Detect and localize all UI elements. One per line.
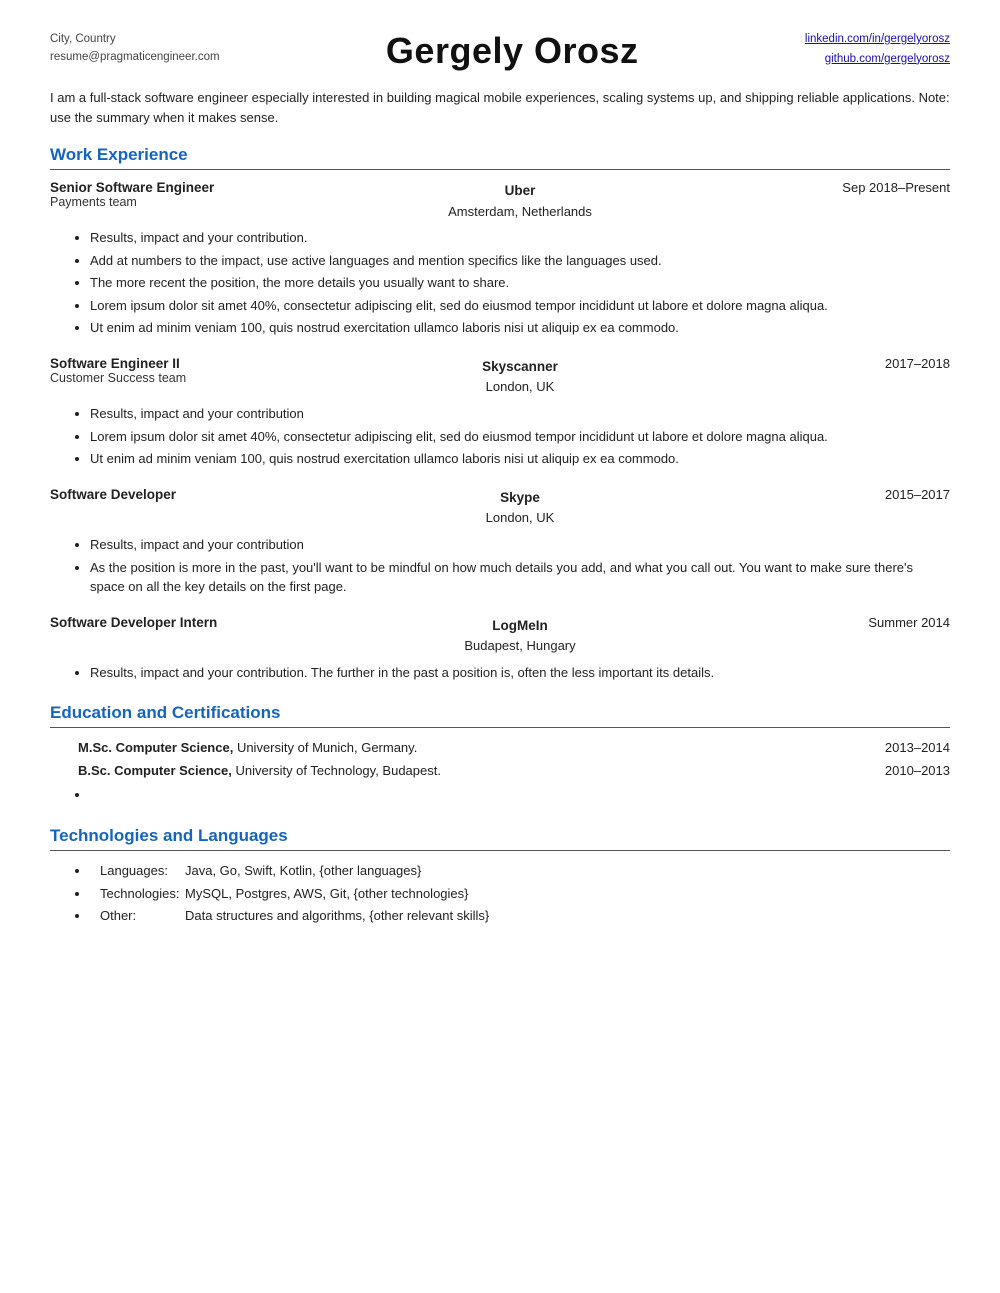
header-email: resume@pragmaticengineer.com bbox=[50, 48, 220, 66]
job-4-title-block: Software Developer Intern bbox=[50, 615, 270, 630]
job-1-header: Senior Software Engineer Payments team U… bbox=[50, 180, 950, 222]
education-divider bbox=[50, 727, 950, 728]
education-item-1-year: 2013–2014 bbox=[870, 738, 950, 758]
job-2-company-block: Skyscanner London, UK bbox=[270, 356, 770, 398]
job-1-company-block: Uber Amsterdam, Netherlands bbox=[270, 180, 770, 222]
education-item-1: M.Sc. Computer Science, University of Mu… bbox=[78, 738, 950, 758]
job-1-subtitle: Payments team bbox=[50, 195, 270, 209]
education-list: M.Sc. Computer Science, University of Mu… bbox=[78, 738, 950, 805]
list-item: Ut enim ad minim veniam 100, quis nostru… bbox=[90, 449, 950, 469]
education-section: Education and Certifications M.Sc. Compu… bbox=[50, 703, 950, 805]
tech-value-2: MySQL, Postgres, AWS, Git, {other techno… bbox=[185, 884, 469, 904]
list-item: As the position is more in the past, you… bbox=[90, 558, 950, 597]
education-item-2-bold: B.Sc. Computer Science, bbox=[78, 763, 232, 778]
job-2-bullets: Results, impact and your contribution Lo… bbox=[90, 404, 950, 469]
job-3-date: 2015–2017 bbox=[770, 487, 950, 502]
education-item-2-year: 2010–2013 bbox=[870, 761, 950, 781]
tech-value-3: Data structures and algorithms, {other r… bbox=[185, 906, 489, 926]
job-4-location: Budapest, Hungary bbox=[270, 636, 770, 657]
list-item: Lorem ipsum dolor sit amet 40%, consecte… bbox=[90, 427, 950, 447]
job-2-title-block: Software Engineer II Customer Success te… bbox=[50, 356, 270, 385]
job-2-subtitle: Customer Success team bbox=[50, 371, 270, 385]
job-1: Senior Software Engineer Payments team U… bbox=[50, 180, 950, 338]
job-3-location: London, UK bbox=[270, 508, 770, 529]
list-item: Results, impact and your contribution bbox=[90, 535, 950, 555]
job-3-title-block: Software Developer bbox=[50, 487, 270, 502]
job-2-location: London, UK bbox=[270, 377, 770, 398]
job-1-location: Amsterdam, Netherlands bbox=[270, 202, 770, 223]
job-3-company: Skype bbox=[270, 487, 770, 509]
job-3-company-block: Skype London, UK bbox=[270, 487, 770, 529]
education-title: Education and Certifications bbox=[50, 703, 950, 723]
job-2-date: 2017–2018 bbox=[770, 356, 950, 371]
technologies-divider bbox=[50, 850, 950, 851]
education-item-2-text: B.Sc. Computer Science, University of Te… bbox=[78, 761, 441, 781]
job-2: Software Engineer II Customer Success te… bbox=[50, 356, 950, 469]
education-item-2: B.Sc. Computer Science, University of Te… bbox=[78, 761, 950, 781]
job-1-company: Uber bbox=[270, 180, 770, 202]
technologies-section: Technologies and Languages Languages: Ja… bbox=[50, 826, 950, 926]
job-4-header: Software Developer Intern LogMeIn Budape… bbox=[50, 615, 950, 657]
job-4-bullets: Results, impact and your contribution. T… bbox=[90, 663, 950, 683]
tech-label-2: Technologies: bbox=[90, 884, 185, 904]
header-center: Gergely Orosz bbox=[220, 30, 805, 72]
list-item: Lorem ipsum dolor sit amet 40%, consecte… bbox=[90, 296, 950, 316]
header-right: linkedin.com/in/gergelyorosz github.com/… bbox=[805, 30, 950, 69]
job-3: Software Developer Skype London, UK 2015… bbox=[50, 487, 950, 597]
header-left: City, Country resume@pragmaticengineer.c… bbox=[50, 30, 220, 67]
job-2-title: Software Engineer II bbox=[50, 356, 270, 371]
linkedin-link[interactable]: linkedin.com/in/gergelyorosz bbox=[805, 33, 950, 45]
tech-value-1: Java, Go, Swift, Kotlin, {other language… bbox=[185, 861, 421, 881]
education-item-1-text: M.Sc. Computer Science, University of Mu… bbox=[78, 738, 417, 758]
tech-item-1: Languages: Java, Go, Swift, Kotlin, {oth… bbox=[90, 861, 950, 881]
list-item: The more recent the position, the more d… bbox=[90, 273, 950, 293]
job-4-company: LogMeIn bbox=[270, 615, 770, 637]
summary-text: I am a full-stack software engineer espe… bbox=[50, 88, 950, 127]
job-1-title: Senior Software Engineer bbox=[50, 180, 270, 195]
work-divider bbox=[50, 169, 950, 170]
education-item-3 bbox=[90, 785, 950, 805]
tech-label-1: Languages: bbox=[90, 861, 185, 881]
job-2-header: Software Engineer II Customer Success te… bbox=[50, 356, 950, 398]
job-1-date: Sep 2018–Present bbox=[770, 180, 950, 195]
work-experience-section: Work Experience Senior Software Engineer… bbox=[50, 145, 950, 683]
list-item: Results, impact and your contribution. T… bbox=[90, 663, 950, 683]
technologies-list: Languages: Java, Go, Swift, Kotlin, {oth… bbox=[90, 861, 950, 926]
github-link[interactable]: github.com/gergelyorosz bbox=[825, 53, 950, 65]
education-item-1-bold: M.Sc. Computer Science, bbox=[78, 740, 233, 755]
list-item: Results, impact and your contribution bbox=[90, 404, 950, 424]
list-item: Add at numbers to the impact, use active… bbox=[90, 251, 950, 271]
job-3-title: Software Developer bbox=[50, 487, 270, 502]
work-experience-title: Work Experience bbox=[50, 145, 950, 165]
job-1-title-block: Senior Software Engineer Payments team bbox=[50, 180, 270, 209]
list-item: Results, impact and your contribution. bbox=[90, 228, 950, 248]
education-item-1-rest: University of Munich, Germany. bbox=[233, 740, 417, 755]
tech-label-3: Other: bbox=[90, 906, 185, 926]
job-2-company: Skyscanner bbox=[270, 356, 770, 378]
candidate-name: Gergely Orosz bbox=[220, 30, 805, 72]
job-1-bullets: Results, impact and your contribution. A… bbox=[90, 228, 950, 338]
tech-item-2: Technologies: MySQL, Postgres, AWS, Git,… bbox=[90, 884, 950, 904]
technologies-title: Technologies and Languages bbox=[50, 826, 950, 846]
job-3-header: Software Developer Skype London, UK 2015… bbox=[50, 487, 950, 529]
resume-header: City, Country resume@pragmaticengineer.c… bbox=[50, 30, 950, 72]
tech-item-3: Other: Data structures and algorithms, {… bbox=[90, 906, 950, 926]
list-item: Ut enim ad minim veniam 100, quis nostru… bbox=[90, 318, 950, 338]
education-item-2-rest: University of Technology, Budapest. bbox=[232, 763, 441, 778]
job-4: Software Developer Intern LogMeIn Budape… bbox=[50, 615, 950, 683]
job-4-title: Software Developer Intern bbox=[50, 615, 270, 630]
job-4-company-block: LogMeIn Budapest, Hungary bbox=[270, 615, 770, 657]
job-3-bullets: Results, impact and your contribution As… bbox=[90, 535, 950, 597]
header-location: City, Country bbox=[50, 30, 220, 48]
job-4-date: Summer 2014 bbox=[770, 615, 950, 630]
